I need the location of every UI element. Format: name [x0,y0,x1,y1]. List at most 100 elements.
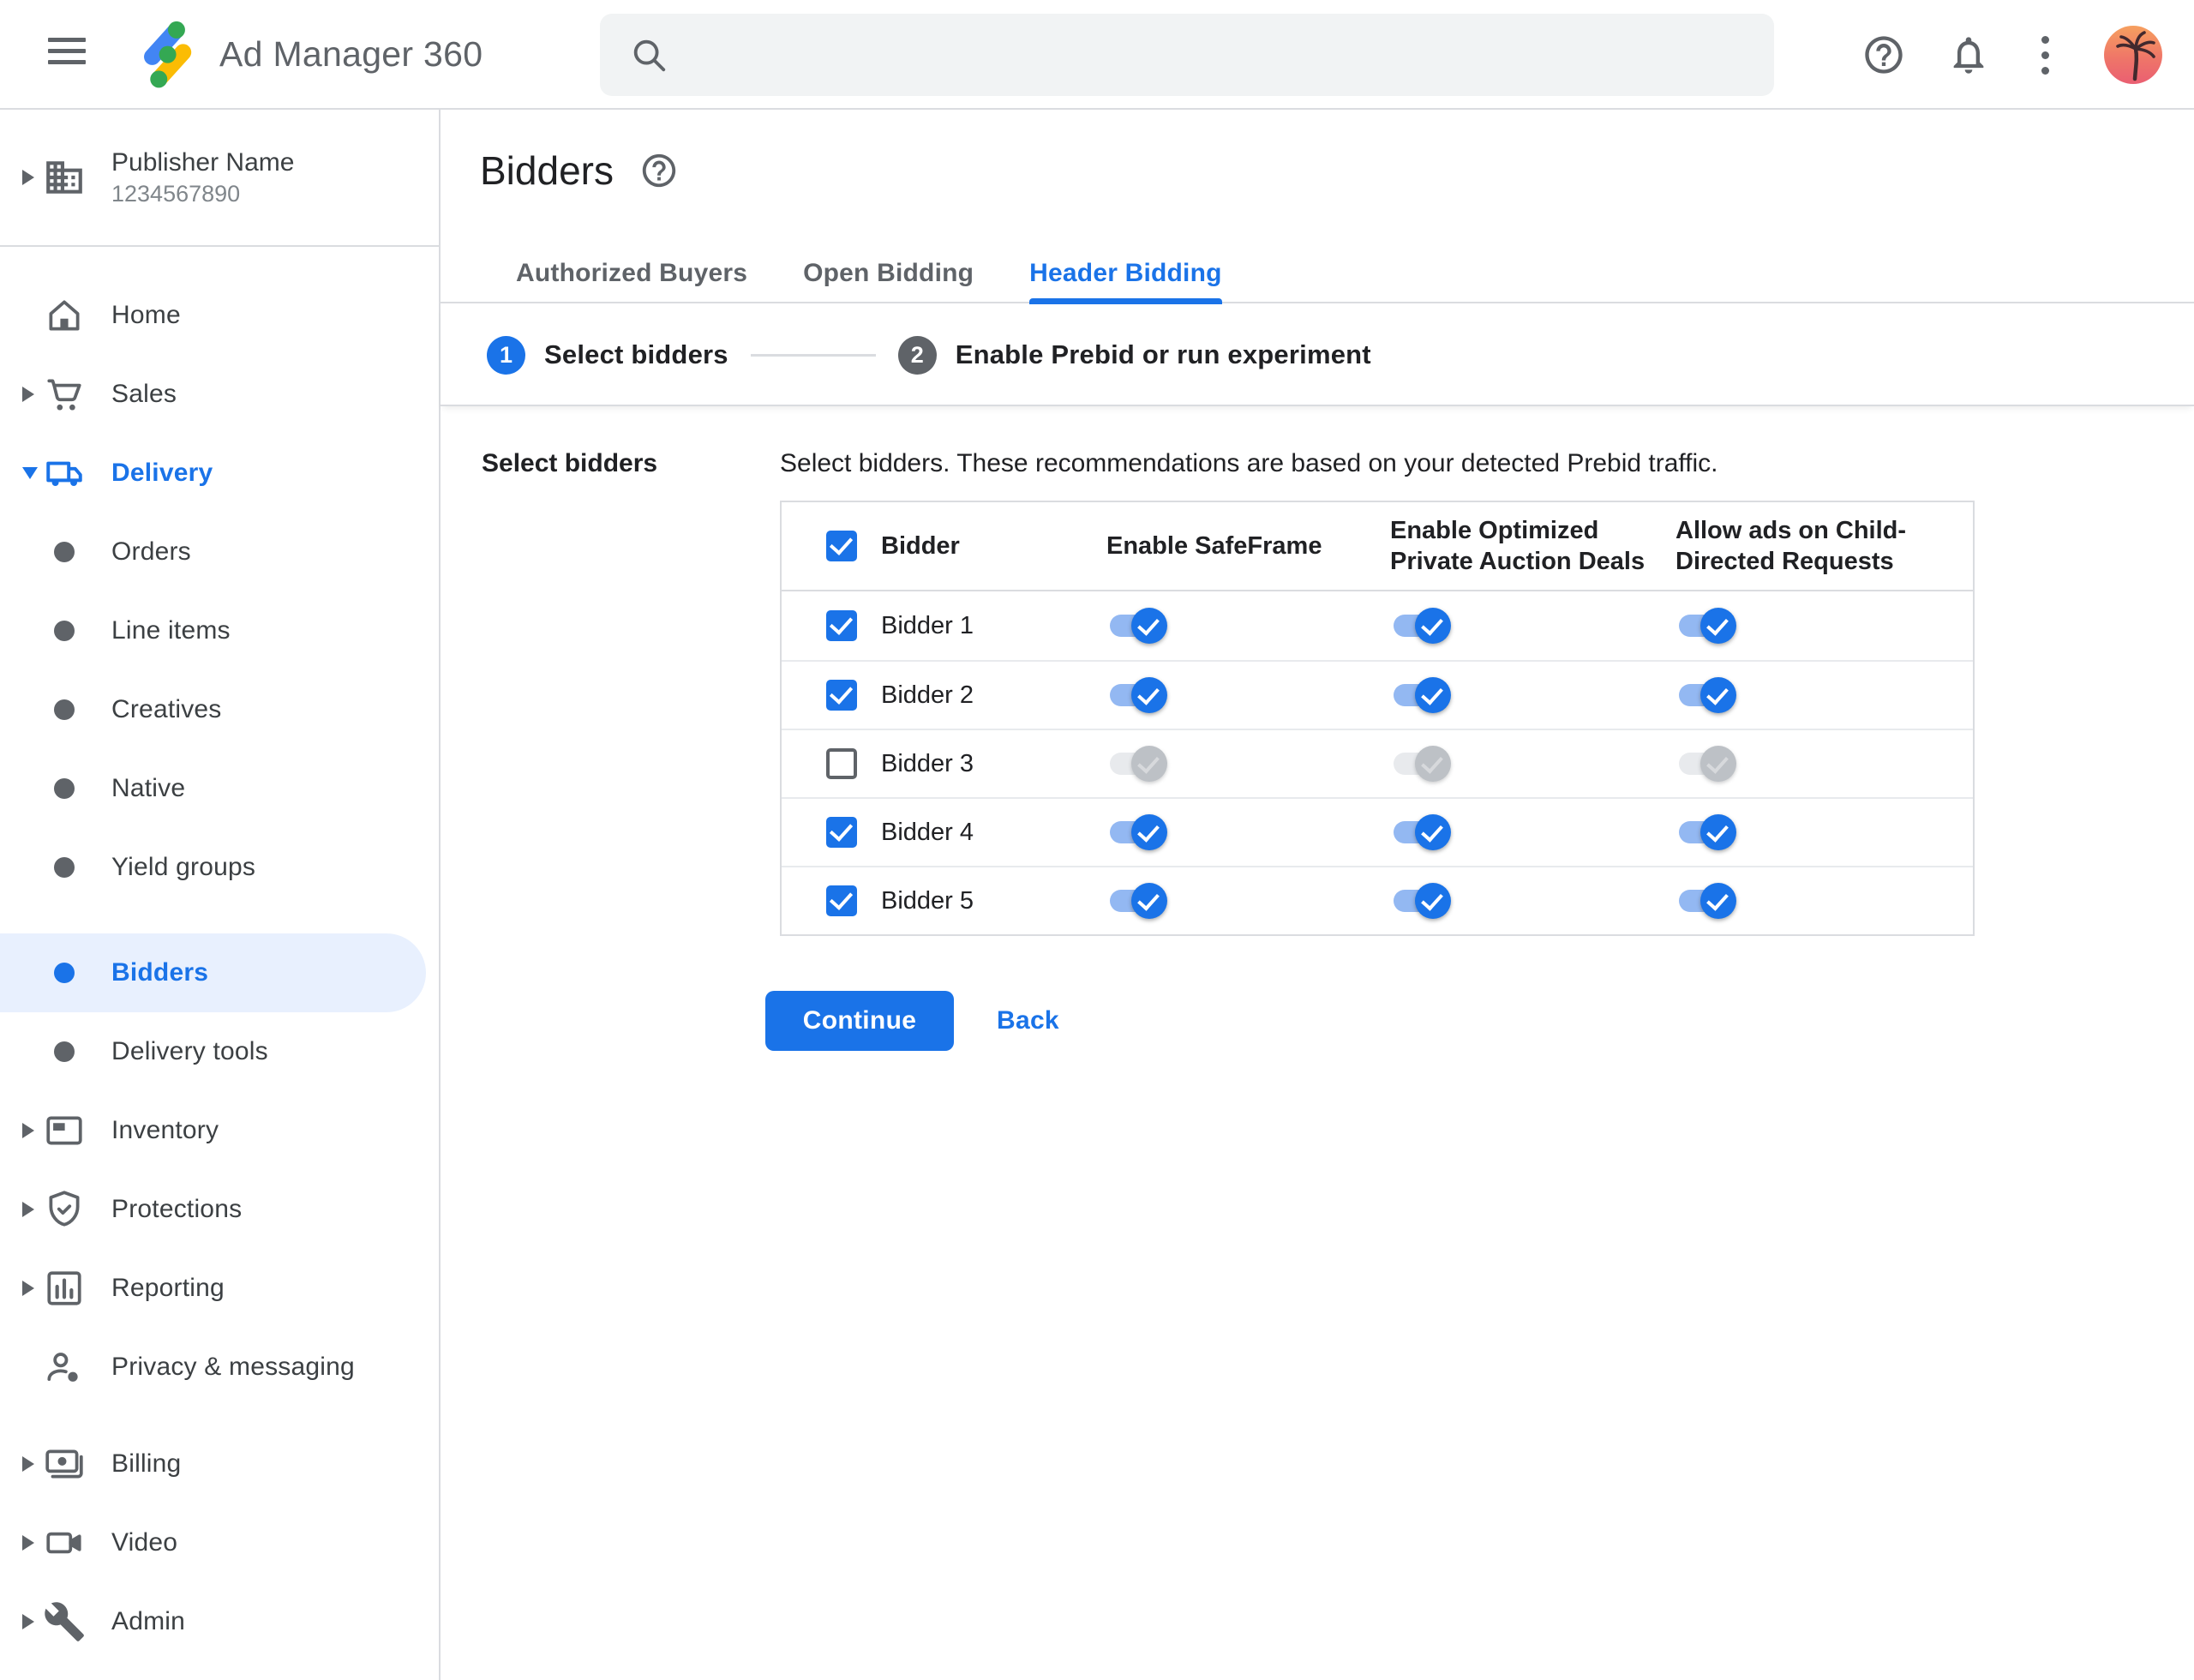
toggle-optimized-deals[interactable] [1394,677,1451,713]
bullet-icon [43,951,86,994]
toggle-safeframe[interactable] [1110,746,1167,782]
bullet-icon [43,767,86,810]
sidebar-item-line-items[interactable]: Line items [0,591,439,670]
sidebar-item-bidders[interactable]: Bidders [0,933,426,1012]
cart-icon [43,373,86,416]
row-checkbox[interactable] [826,610,857,641]
bullet-icon [43,609,86,652]
toggle-optimized-deals[interactable] [1394,608,1451,644]
step-2-label: Enable Prebid or run experiment [955,339,1371,369]
publisher-name: Publisher Name [111,148,295,177]
step-connector [750,353,876,357]
column-header-safeframe: Enable SafeFrame [1106,532,1322,560]
bullet-icon [43,846,86,889]
sidebar-item-creatives[interactable]: Creatives [0,670,439,749]
table-row: Bidder 4 [782,797,1973,866]
top-app-bar: Ad Manager 360 [0,0,2194,110]
display-ad-icon [43,1109,86,1152]
caret-right-icon [22,1202,43,1217]
bidders-table: Bidder Enable SafeFrame Enable Optimized… [780,501,1975,936]
step-1-label: Select bidders [544,339,728,369]
sidebar-item-billing[interactable]: Billing [0,1425,439,1503]
row-checkbox[interactable] [826,748,857,779]
sidebar-item-yield-groups[interactable]: Yield groups [0,828,439,907]
account-avatar[interactable] [2104,26,2162,84]
publisher-account-switcher[interactable]: Publisher Name 1234567890 [0,110,439,247]
sidebar-item-privacy-messaging[interactable]: Privacy & messaging [0,1328,439,1407]
notifications-icon[interactable] [1946,33,1991,77]
row-checkbox[interactable] [826,680,857,711]
tab-header-bidding[interactable]: Header Bidding [1029,244,1222,304]
bidder-name: Bidder 5 [881,886,974,915]
ad-manager-logo-icon [144,21,192,88]
sidebar-item-admin[interactable]: Admin [0,1582,439,1661]
sidebar-item-video[interactable]: Video [0,1503,439,1582]
toggle-safeframe[interactable] [1110,677,1167,713]
column-header-child-directed: Allow ads on Child-Directed Requests [1675,517,1907,575]
sidebar-nav: Publisher Name 1234567890 Home Sales Del… [0,110,441,1680]
bidder-name: Bidder 4 [881,818,974,846]
caret-right-icon [22,1614,43,1629]
building-icon [43,156,86,199]
stepper: 1 Select bidders 2 Enable Prebid or run … [441,305,2194,406]
toggle-child-directed[interactable] [1679,608,1736,644]
toggle-child-directed[interactable] [1679,883,1736,919]
continue-button[interactable]: Continue [765,991,954,1051]
column-header-optimized-deals: Enable Optimized Private Auction Deals [1390,517,1646,575]
tab-open-bidding[interactable]: Open Bidding [803,244,974,303]
person-privacy-icon [43,1346,86,1389]
toggle-child-directed[interactable] [1679,677,1736,713]
back-button[interactable]: Back [997,1006,1059,1035]
toggle-optimized-deals[interactable] [1394,746,1451,782]
caret-right-icon [22,1281,43,1296]
caret-right-icon [22,1123,43,1138]
table-row: Bidder 3 [782,729,1973,797]
table-row: Bidder 5 [782,866,1973,934]
help-icon[interactable] [1861,33,1906,77]
caret-right-icon [22,1456,43,1472]
table-row: Bidder 2 [782,660,1973,729]
video-camera-icon [43,1521,86,1564]
sidebar-item-protections[interactable]: Protections [0,1170,439,1249]
sidebar-item-orders[interactable]: Orders [0,513,439,591]
row-checkbox[interactable] [826,817,857,848]
sidebar-item-inventory[interactable]: Inventory [0,1091,439,1170]
palm-tree-image [2116,31,2155,81]
row-checkbox[interactable] [826,885,857,916]
select-all-checkbox[interactable] [826,531,857,561]
bar-chart-icon [43,1267,86,1310]
sidebar-item-home[interactable]: Home [0,276,439,355]
sidebar-item-reporting[interactable]: Reporting [0,1249,439,1328]
step-2-circle: 2 [897,335,937,375]
sidebar-item-native[interactable]: Native [0,749,439,828]
page-help-icon[interactable] [639,151,679,190]
sidebar-item-sales[interactable]: Sales [0,355,439,434]
search-input[interactable] [600,14,1774,96]
caret-right-icon [22,1535,43,1551]
toggle-safeframe[interactable] [1110,883,1167,919]
sidebar-item-delivery[interactable]: Delivery [0,434,439,513]
column-header-bidder: Bidder [881,532,960,560]
app-title: Ad Manager 360 [219,34,483,74]
caret-right-icon [22,387,43,402]
tab-bar: Authorized Buyers Open Bidding Header Bi… [441,244,2194,304]
section-label: Select bidders [482,449,658,477]
toggle-child-directed[interactable] [1679,746,1736,782]
menu-icon[interactable] [48,38,96,72]
table-row: Bidder 1 [782,591,1973,660]
sidebar-item-delivery-tools[interactable]: Delivery tools [0,1012,439,1091]
tab-authorized-buyers[interactable]: Authorized Buyers [516,244,747,303]
main-content: Bidders Authorized Buyers Open Bidding H… [441,110,2194,1680]
bidder-name: Bidder 3 [881,749,974,777]
toggle-optimized-deals[interactable] [1394,883,1451,919]
toggle-child-directed[interactable] [1679,814,1736,850]
bidder-name: Bidder 1 [881,611,974,639]
toggle-safeframe[interactable] [1110,814,1167,850]
publisher-id: 1234567890 [111,181,241,207]
toggle-optimized-deals[interactable] [1394,814,1451,850]
bullet-icon [43,688,86,731]
more-options-icon[interactable] [2036,33,2053,77]
shield-check-icon [43,1188,86,1231]
bullet-icon [43,531,86,573]
toggle-safeframe[interactable] [1110,608,1167,644]
